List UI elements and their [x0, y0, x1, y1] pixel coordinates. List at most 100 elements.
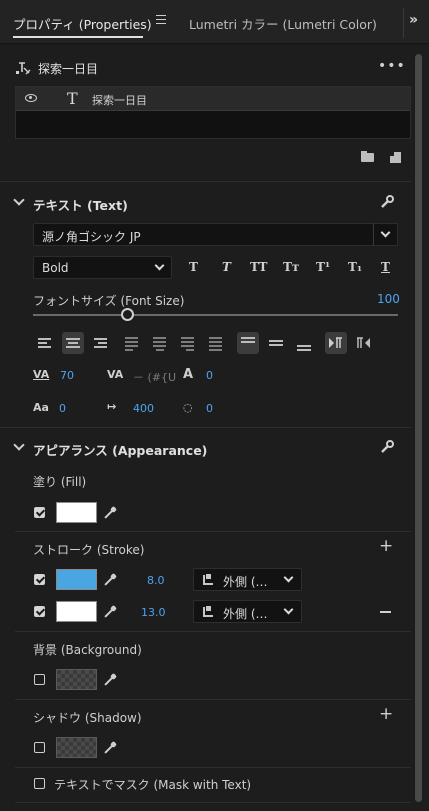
stroke-label: ストローク (Stroke) — [33, 543, 145, 557]
add-stroke-button[interactable]: + — [379, 536, 393, 556]
font-size-value[interactable]: 100 — [377, 292, 400, 306]
eyedropper-icon[interactable] — [104, 507, 116, 519]
tab-bar: プロパティ (Properties) Lumetri カラー (Lumetri … — [0, 0, 429, 44]
leading-icon: A — [183, 367, 194, 382]
stroke-position-icon — [203, 606, 213, 617]
small-caps-button[interactable]: Tт — [283, 260, 299, 274]
divider — [15, 767, 411, 768]
stroke-position-icon — [203, 574, 213, 585]
baseline-shift-value[interactable]: 0 — [59, 402, 66, 415]
stroke-2-position-value: 外側 (… — [223, 607, 268, 621]
divider — [0, 427, 411, 428]
tsume-value[interactable]: 400 — [133, 402, 154, 415]
tracking-icon: VA — [33, 368, 50, 381]
chevron-down-icon[interactable] — [13, 194, 25, 206]
eyedropper-icon[interactable] — [104, 606, 116, 618]
stroke-2-checkbox[interactable] — [34, 606, 45, 617]
font-style-value: Bold — [42, 261, 69, 275]
stroke-1-color-swatch[interactable] — [56, 569, 97, 590]
new-item-icon[interactable] — [390, 152, 401, 163]
subscript-button[interactable]: T₁ — [348, 260, 362, 274]
mask-with-text-checkbox[interactable] — [34, 778, 45, 789]
underline-button[interactable]: T — [381, 260, 390, 274]
font-style-dropdown[interactable]: Bold — [33, 256, 172, 279]
stroke-2-position-dropdown[interactable]: 外側 (… — [193, 600, 302, 623]
text-layer-icon — [16, 62, 31, 75]
stroke-2-color-swatch[interactable] — [56, 601, 97, 622]
overflow-tabs-button[interactable]: » — [409, 12, 418, 28]
divider — [15, 699, 411, 700]
font-size-slider-track[interactable] — [33, 314, 398, 316]
justify-right-button[interactable] — [177, 332, 199, 354]
font-family-value: 源ノ角ゴシック JP — [42, 230, 141, 244]
wrench-icon[interactable] — [380, 440, 394, 454]
tab-lumetri-color[interactable]: Lumetri カラー (Lumetri Color) — [189, 14, 377, 33]
background-color-swatch[interactable] — [56, 669, 97, 690]
font-family-dropdown[interactable]: 源ノ角ゴシック JP — [33, 223, 374, 246]
chevron-down-icon — [380, 227, 391, 238]
font-size-label: フォントサイズ (Font Size) — [33, 294, 185, 308]
align-left-button[interactable] — [34, 332, 56, 354]
align-center-button[interactable] — [62, 332, 84, 354]
stroke-1-width[interactable]: 8.0 — [147, 574, 165, 587]
kerning-value[interactable]: － (#{U — [133, 369, 176, 385]
add-shadow-button[interactable]: + — [379, 704, 393, 724]
shadow-label: シャドウ (Shadow) — [33, 711, 142, 725]
text-type-icon: T — [67, 89, 78, 108]
tab-properties[interactable]: プロパティ (Properties) — [13, 14, 152, 33]
justify-center-button[interactable] — [149, 332, 171, 354]
all-caps-button[interactable]: TT — [250, 260, 267, 274]
superscript-button[interactable]: T¹ — [316, 260, 330, 274]
tracking-value[interactable]: 70 — [60, 369, 74, 382]
justify-all-button[interactable] — [205, 332, 227, 354]
font-family-dropdown-button[interactable] — [373, 223, 398, 246]
shadow-color-swatch[interactable] — [56, 737, 97, 758]
aki-icon: ◌ — [183, 401, 193, 414]
baseline-shift-icon: Aa — [33, 401, 49, 414]
aki-value[interactable]: 0 — [206, 402, 213, 415]
divider — [15, 631, 411, 632]
shadow-checkbox[interactable] — [34, 742, 45, 753]
fill-checkbox[interactable] — [34, 507, 45, 518]
layer-row[interactable]: T 探索一日目 — [16, 87, 410, 111]
scrollbar-thumb[interactable] — [415, 54, 422, 802]
chevron-down-icon — [283, 572, 294, 583]
remove-stroke-button[interactable] — [380, 611, 391, 613]
align-middle-button[interactable] — [265, 332, 287, 354]
stroke-1-checkbox[interactable] — [34, 574, 45, 585]
align-bottom-button[interactable] — [293, 332, 315, 354]
chevron-down-icon — [154, 260, 165, 271]
folder-icon[interactable] — [361, 151, 374, 162]
align-right-button[interactable] — [89, 332, 111, 354]
layer-title: 探索一日目 — [38, 62, 99, 76]
leading-value[interactable]: 0 — [206, 369, 213, 382]
stroke-1-position-value: 外側 (… — [223, 575, 268, 589]
wrench-icon[interactable] — [380, 195, 394, 209]
text-section-title: テキスト (Text) — [33, 198, 128, 213]
more-options-button[interactable]: ••• — [378, 58, 406, 74]
eyedropper-icon[interactable] — [104, 674, 116, 686]
chevron-down-icon — [283, 604, 294, 615]
eye-icon[interactable] — [25, 94, 37, 102]
faux-italic-button[interactable]: T — [222, 260, 231, 274]
mask-with-text-label: テキストでマスク (Mask with Text) — [54, 778, 252, 792]
panel-menu-icon[interactable] — [156, 15, 166, 25]
font-size-slider-handle[interactable] — [121, 308, 134, 321]
ltr-direction-button[interactable] — [325, 332, 347, 354]
justify-left-button[interactable] — [121, 332, 143, 354]
stroke-1-position-dropdown[interactable]: 外側 (… — [193, 568, 302, 591]
faux-bold-button[interactable]: T — [189, 260, 198, 274]
eyedropper-icon[interactable] — [104, 742, 116, 754]
eyedropper-icon[interactable] — [104, 574, 116, 586]
fill-color-swatch[interactable] — [56, 502, 97, 523]
background-checkbox[interactable] — [34, 674, 45, 685]
align-top-button[interactable] — [237, 332, 259, 354]
divider — [15, 802, 411, 803]
stroke-2-width[interactable]: 13.0 — [141, 606, 166, 619]
fill-label: 塗り (Fill) — [33, 475, 87, 489]
tab-divider — [403, 8, 404, 38]
active-tab-indicator — [13, 36, 143, 38]
chevron-down-icon[interactable] — [13, 439, 25, 451]
rtl-direction-button[interactable] — [353, 332, 375, 354]
background-label: 背景 (Background) — [33, 643, 142, 657]
